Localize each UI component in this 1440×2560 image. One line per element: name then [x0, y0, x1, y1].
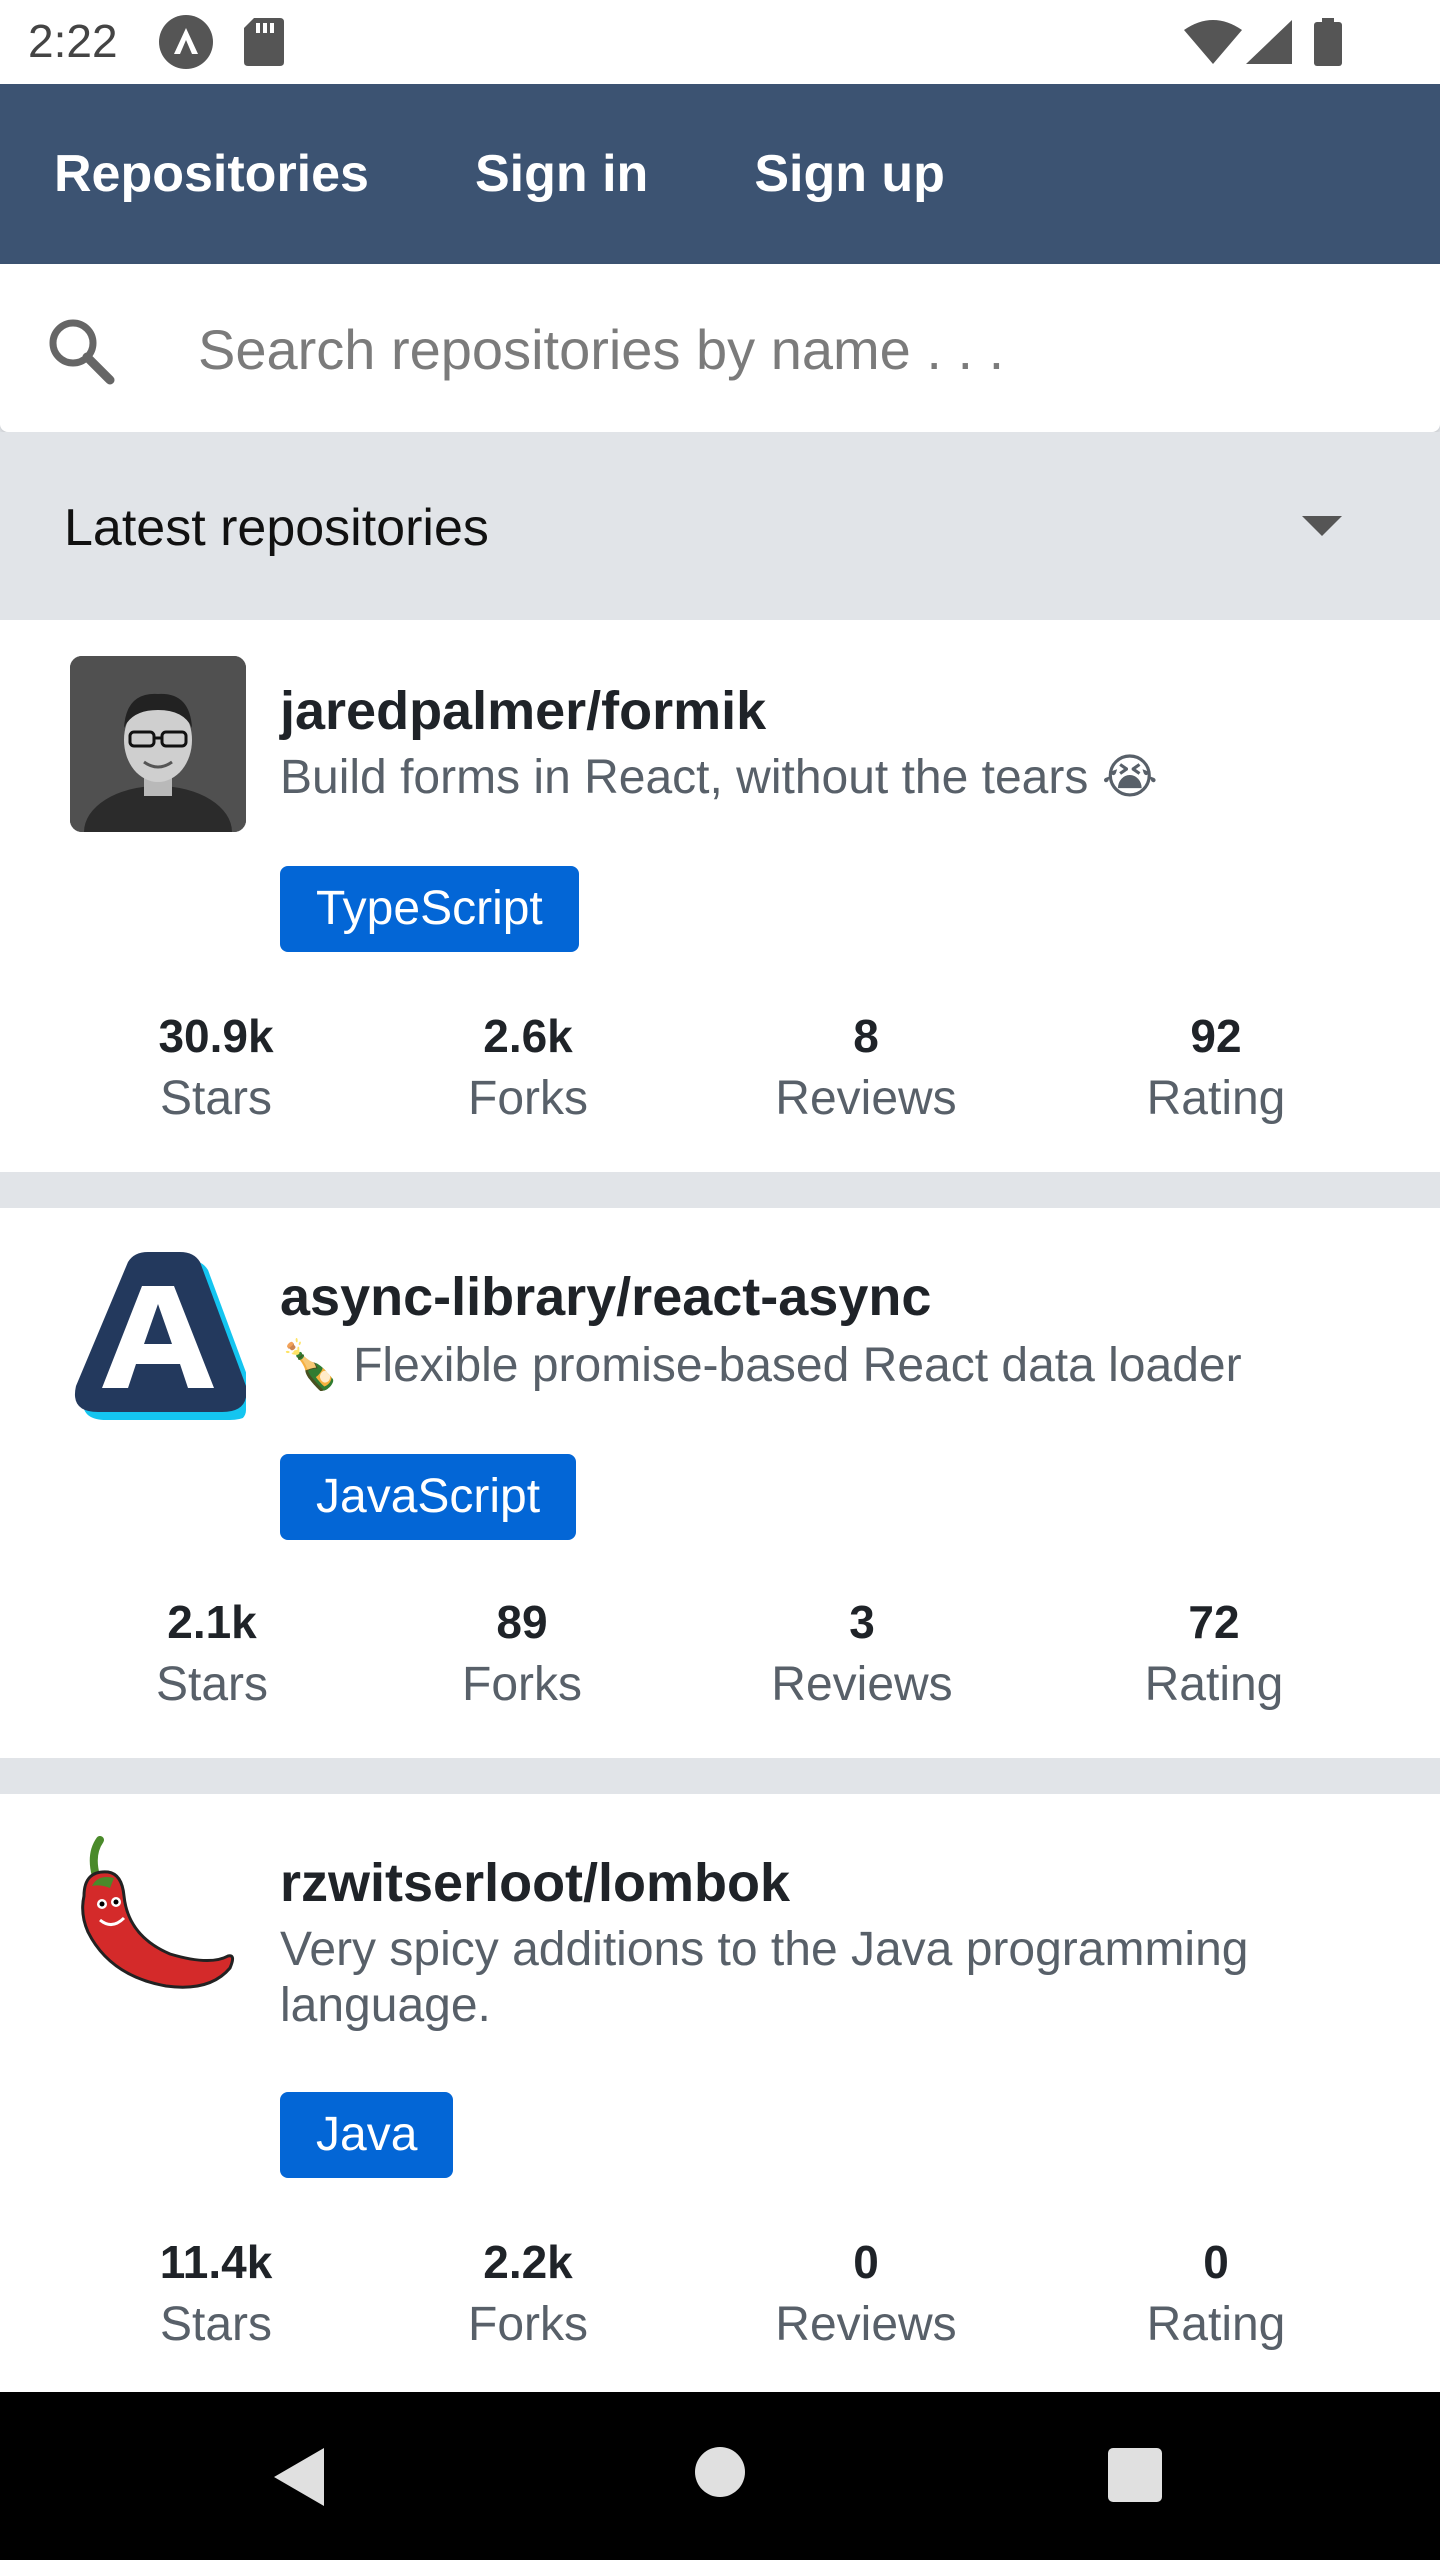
avatar [70, 656, 246, 832]
stat-reviews: 3 Reviews [732, 1592, 992, 1712]
repository-name: jaredpalmer/formik [280, 681, 767, 741]
recents-icon[interactable] [1108, 2448, 1162, 2502]
language-badge: Java [280, 2092, 454, 2178]
language-badge: JavaScript [280, 1454, 577, 1540]
stat-value: 2.1k [167, 1596, 257, 1648]
sort-selector[interactable]: Latest repositories [0, 432, 1440, 620]
stat-label: Stars [159, 1072, 273, 1125]
stat-value: 2.6k [483, 1010, 573, 1062]
repository-name: rzwitserloot/lombok [280, 1853, 791, 1913]
status-time: 2:22 [28, 15, 118, 67]
repository-description: 🍾 Flexible promise-based React data load… [280, 1339, 1242, 1392]
repository-card[interactable]: async-library/react-async 🍾 Flexible pro… [0, 1208, 1440, 1758]
stat-rating: 92 Rating [1086, 1006, 1346, 1126]
stat-label: Reviews [771, 1658, 953, 1711]
chevron-down-icon[interactable] [1302, 516, 1342, 538]
stat-label: Rating [1144, 1658, 1284, 1711]
stat-stars: 30.9k Stars [86, 1006, 346, 1126]
system-navigation-bar [0, 2392, 1440, 2560]
stat-label: Rating [1146, 1072, 1286, 1125]
stat-label: Rating [1146, 2298, 1286, 2351]
repository-card[interactable]: jaredpalmer/formik Build forms in React,… [0, 620, 1440, 1172]
sort-selected-label: Latest repositories [64, 499, 489, 557]
sd-card-icon [244, 18, 284, 66]
a-icon [159, 15, 213, 69]
search-bar [0, 264, 1440, 432]
repository-card[interactable]: rzwitserloot/lombok Very spicy additions… [0, 1794, 1440, 2392]
stat-label: Forks [468, 1072, 588, 1125]
search-input[interactable] [196, 304, 1380, 394]
stat-forks: 89 Forks [392, 1592, 652, 1712]
home-icon[interactable] [694, 2446, 746, 2498]
battery-icon [1314, 18, 1342, 66]
stat-label: Forks [468, 2298, 588, 2351]
back-icon[interactable] [270, 2446, 326, 2508]
tab-sign-up[interactable]: Sign up [754, 144, 945, 204]
avatar [70, 1836, 246, 2012]
stat-stars: 2.1k Stars [82, 1592, 342, 1712]
stat-value: 92 [1190, 1010, 1242, 1062]
stat-forks: 2.6k Forks [398, 1006, 658, 1126]
stat-label: Stars [159, 2298, 273, 2351]
search-icon [49, 319, 115, 385]
repository-description: Very spicy additions to the Java program… [280, 1923, 1249, 2032]
wifi-icon [1184, 20, 1242, 64]
stat-value: 8 [853, 1010, 879, 1062]
app-bar: Repositories Sign in Sign up [0, 84, 1440, 264]
stat-value: 0 [853, 2236, 879, 2288]
repository-description: Build forms in React, without the tears … [280, 751, 1158, 804]
tab-repositories[interactable]: Repositories [54, 144, 369, 204]
stat-reviews: 8 Reviews [736, 1006, 996, 1126]
stat-value: 11.4k [159, 2236, 273, 2288]
status-bar: 2:22 [0, 0, 1440, 84]
stat-rating: 0 Rating [1086, 2232, 1346, 2352]
stat-value: 89 [496, 1596, 548, 1648]
avatar [70, 1246, 246, 1422]
stat-label: Stars [155, 1658, 269, 1711]
signal-icon [1246, 20, 1292, 64]
stat-stars: 11.4k Stars [86, 2232, 346, 2352]
stat-label: Reviews [775, 2298, 957, 2351]
stat-value: 3 [849, 1596, 875, 1648]
stat-value: 0 [1203, 2236, 1229, 2288]
stat-rating: 72 Rating [1084, 1592, 1344, 1712]
stat-reviews: 0 Reviews [736, 2232, 996, 2352]
language-badge: TypeScript [280, 866, 579, 952]
stat-forks: 2.2k Forks [398, 2232, 658, 2352]
repository-name: async-library/react-async [280, 1267, 932, 1327]
stat-value: 72 [1188, 1596, 1240, 1648]
stat-label: Forks [462, 1658, 582, 1711]
tab-sign-in[interactable]: Sign in [475, 144, 648, 204]
stat-label: Reviews [775, 1072, 957, 1125]
stat-value: 30.9k [158, 1010, 274, 1062]
stat-value: 2.2k [483, 2236, 573, 2288]
